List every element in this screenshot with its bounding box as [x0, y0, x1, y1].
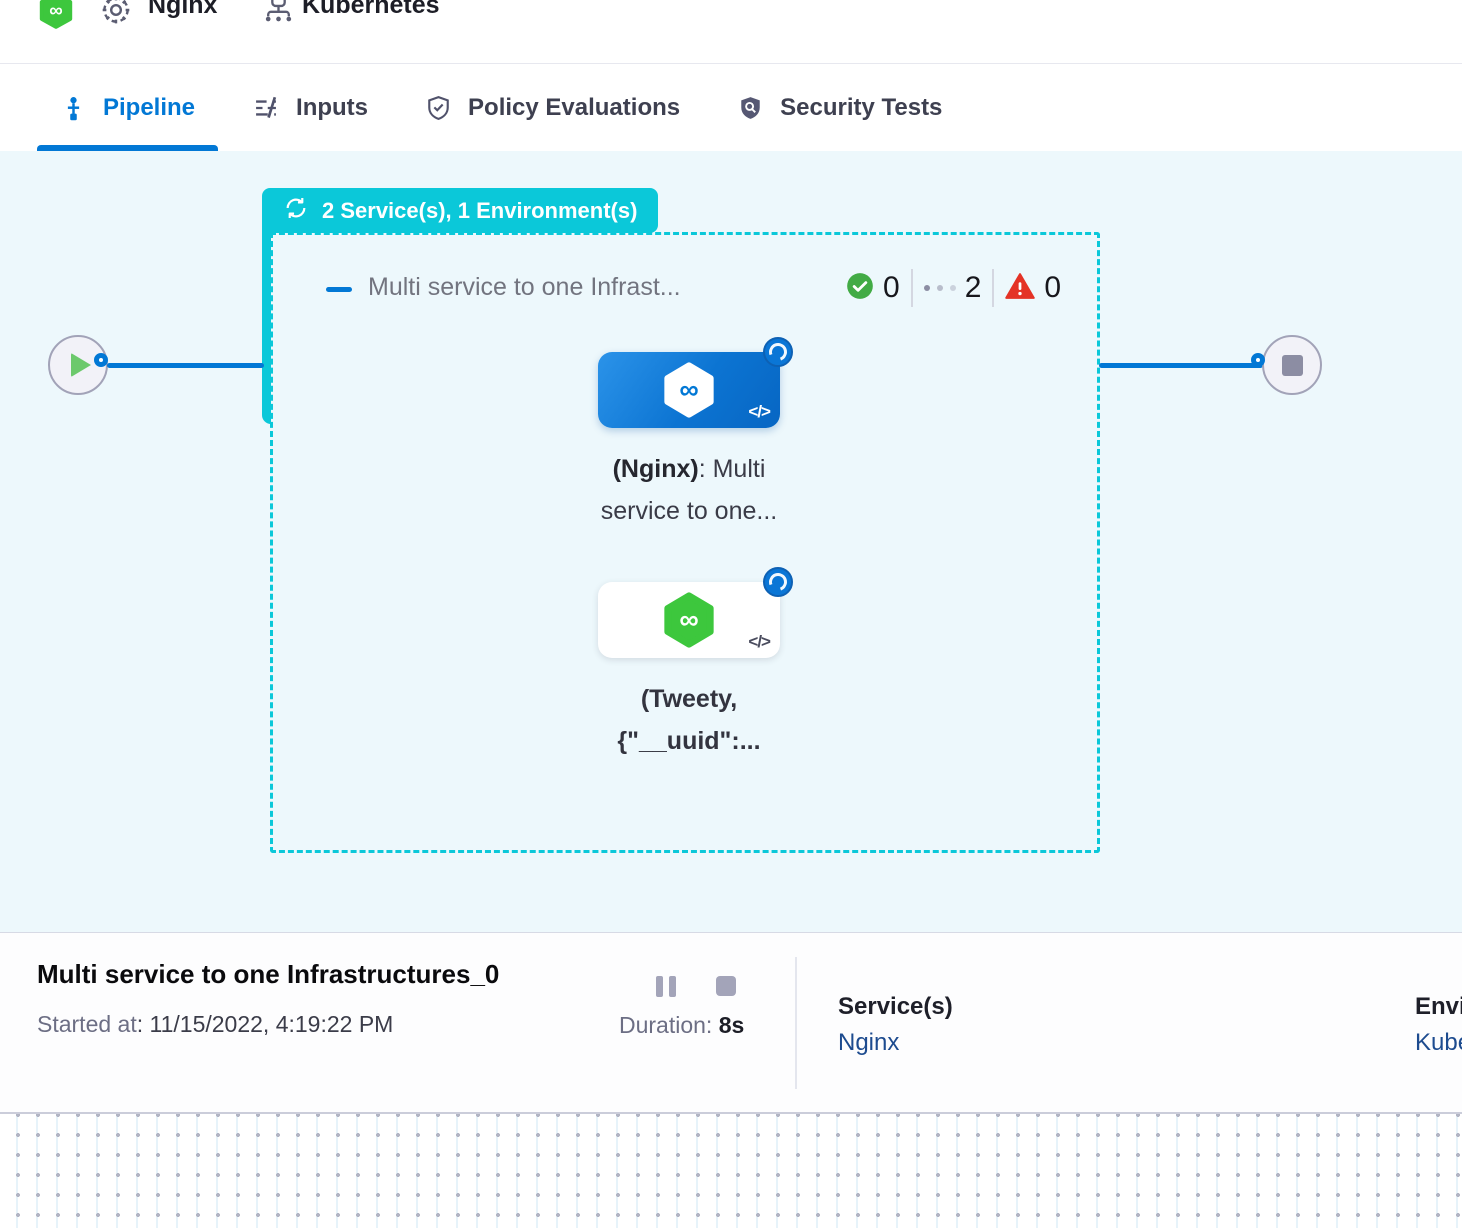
- running-dots-icon: [924, 285, 956, 291]
- harness-hexagon-icon: ∞: [660, 591, 718, 649]
- play-icon: [71, 353, 91, 377]
- error-triangle-icon: [1005, 272, 1035, 305]
- pipeline-canvas[interactable]: 2 Service(s), 1 Environment(s) Multi ser…: [0, 151, 1462, 932]
- connector-line-left: [107, 363, 264, 368]
- tab-label: Policy Evaluations: [468, 94, 680, 122]
- collapse-group-button[interactable]: [326, 287, 352, 292]
- connector-point-left: [94, 353, 108, 367]
- svg-text:∞: ∞: [679, 375, 698, 405]
- tab-label: Pipeline: [103, 94, 195, 122]
- services-environments-badge[interactable]: 2 Service(s), 1 Environment(s): [262, 188, 658, 233]
- running-spinner-badge: [763, 567, 793, 597]
- started-at: Started at: 11/15/2022, 4:19:22 PM: [37, 1011, 393, 1038]
- tab-security-tests[interactable]: Security Tests: [714, 65, 965, 151]
- connector-line-right: [1099, 363, 1263, 368]
- harness-hexagon-icon: ∞: [660, 361, 718, 419]
- svg-text:∞: ∞: [49, 0, 62, 21]
- tab-label: Inputs: [296, 94, 368, 122]
- breadcrumb-service-name[interactable]: Nginx: [148, 0, 217, 20]
- stage-node-tweety[interactable]: ∞ </>: [598, 582, 780, 658]
- pipeline-icon: [60, 95, 87, 122]
- security-shield-icon: [737, 94, 764, 122]
- inputs-icon: [252, 94, 280, 122]
- execution-tabbar: Pipeline Inputs Policy Evaluations Secur…: [0, 65, 1462, 151]
- stage-node-label: (Nginx): Multi service to one...: [539, 448, 839, 532]
- stage-node-label: (Tweety, {"__uuid":...: [539, 678, 839, 762]
- failed-count: 0: [1044, 271, 1061, 305]
- environments-label: Environment(s): [1415, 993, 1462, 1021]
- tab-label: Security Tests: [780, 94, 942, 122]
- code-icon: </>: [748, 402, 770, 422]
- running-count: 2: [965, 271, 982, 305]
- services-label: Service(s): [838, 993, 953, 1021]
- stage-group-accent-bar: [262, 231, 271, 424]
- tab-policy-evaluations[interactable]: Policy Evaluations: [402, 65, 703, 151]
- gear-icon[interactable]: [99, 0, 133, 32]
- environments-link[interactable]: Kubernetes: [1415, 1029, 1462, 1057]
- kubernetes-icon[interactable]: [262, 0, 295, 30]
- tab-inputs[interactable]: Inputs: [229, 65, 391, 151]
- breadcrumb-bar: ∞ Nginx Kubernetes: [0, 0, 1462, 64]
- running-spinner-badge: [763, 337, 793, 367]
- svg-text:∞: ∞: [679, 605, 698, 635]
- loop-icon: [283, 195, 309, 227]
- duration: Duration: 8s: [619, 1012, 744, 1039]
- harness-logo-icon[interactable]: ∞: [38, 0, 74, 34]
- stage-node-nginx[interactable]: ∞ </>: [598, 352, 780, 428]
- stage-status-counts: 0 2 0: [846, 269, 1061, 307]
- breadcrumb-environment-name[interactable]: Kubernetes: [302, 0, 440, 20]
- pipeline-execution-page: ∞ Nginx Kubernetes Pipeline Inputs: [0, 0, 1462, 1228]
- stage-group-title: Multi service to one Infrast...: [368, 273, 681, 302]
- divider: [795, 957, 797, 1089]
- pipeline-end-node: [1262, 335, 1322, 395]
- stop-icon: [1282, 355, 1303, 376]
- connector-point-right: [1251, 353, 1265, 367]
- badge-label: 2 Service(s), 1 Environment(s): [322, 198, 637, 224]
- code-icon: </>: [748, 632, 770, 652]
- execution-summary-bar: Multi service to one Infrastructures_0 S…: [0, 932, 1462, 1112]
- divider: [911, 269, 913, 307]
- success-count: 0: [883, 271, 900, 305]
- console-grid-area[interactable]: [0, 1112, 1462, 1228]
- policy-shield-icon: [425, 94, 452, 122]
- success-check-icon: [846, 272, 874, 305]
- pause-button[interactable]: [656, 976, 676, 997]
- divider: [992, 269, 994, 307]
- services-link[interactable]: Nginx: [838, 1029, 899, 1057]
- tab-pipeline[interactable]: Pipeline: [37, 65, 218, 151]
- abort-button[interactable]: [716, 976, 736, 996]
- execution-title: Multi service to one Infrastructures_0: [37, 959, 499, 990]
